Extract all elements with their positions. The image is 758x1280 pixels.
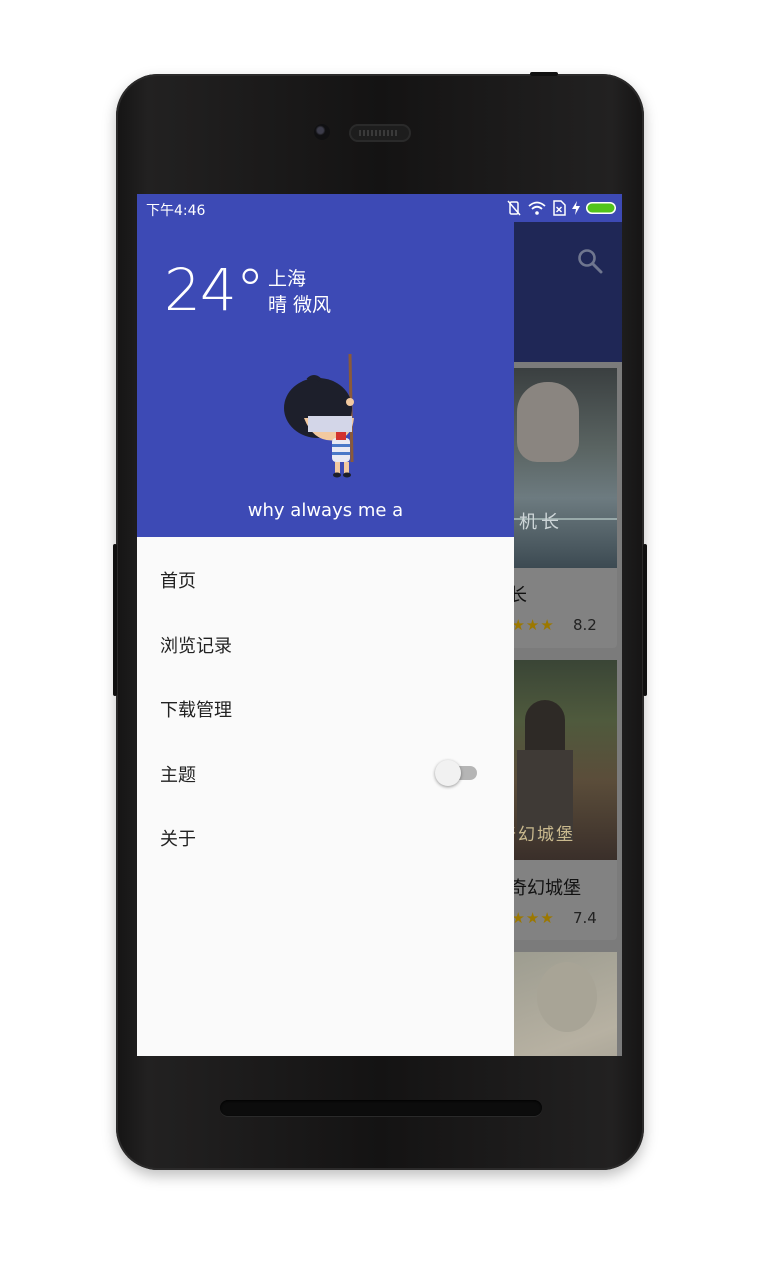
menu-label: 关于	[160, 829, 196, 850]
rating-value: 7.4	[573, 909, 597, 927]
top-button	[530, 72, 558, 76]
menu-item-theme[interactable]: 主题	[137, 741, 514, 805]
power-button	[643, 544, 647, 696]
weather-description: 晴 微风	[268, 294, 332, 316]
menu-item-about[interactable]: 关于	[137, 805, 514, 869]
theme-toggle[interactable]	[435, 760, 479, 786]
volume-button	[113, 544, 117, 696]
drawer-header: 24° 上海 晴 微风 why always me a	[137, 194, 514, 537]
avatar[interactable]	[280, 352, 368, 478]
menu-item-history[interactable]: 浏览记录	[137, 612, 514, 676]
wifi-icon	[528, 201, 546, 215]
toggle-thumb	[435, 760, 461, 786]
screen: 萨利机长 萨利机长 ★★★★ 8.2 奇幻城堡 佩小姐的奇幻城堡 ★★★★ 7.…	[137, 194, 622, 1056]
vibrate-icon	[507, 200, 521, 216]
menu-label: 下载管理	[160, 700, 232, 721]
front-camera	[314, 124, 330, 140]
user-name: why always me a	[247, 500, 404, 521]
battery-icon	[586, 202, 616, 214]
menu-item-downloads[interactable]: 下载管理	[137, 676, 514, 740]
navigation-drawer: 24° 上海 晴 微风 why always me a 首页 浏览记录 下载管理…	[137, 194, 514, 1056]
rating-value: 8.2	[573, 616, 597, 634]
menu-item-home[interactable]: 首页	[137, 547, 514, 611]
status-time: 下午4:46	[146, 203, 206, 219]
city-name: 上海	[268, 268, 307, 290]
menu-label: 主题	[160, 765, 196, 786]
menu-label: 浏览记录	[160, 636, 232, 657]
charging-icon	[572, 201, 580, 215]
earpiece-speaker	[349, 124, 411, 142]
no-sim-icon	[553, 200, 566, 216]
status-bar: 下午4:46	[137, 194, 622, 222]
nav-bar[interactable]	[220, 1100, 542, 1116]
status-icons	[506, 200, 616, 216]
temperature: 24°	[164, 256, 265, 324]
menu-label: 首页	[160, 571, 196, 592]
search-icon[interactable]	[577, 248, 603, 274]
